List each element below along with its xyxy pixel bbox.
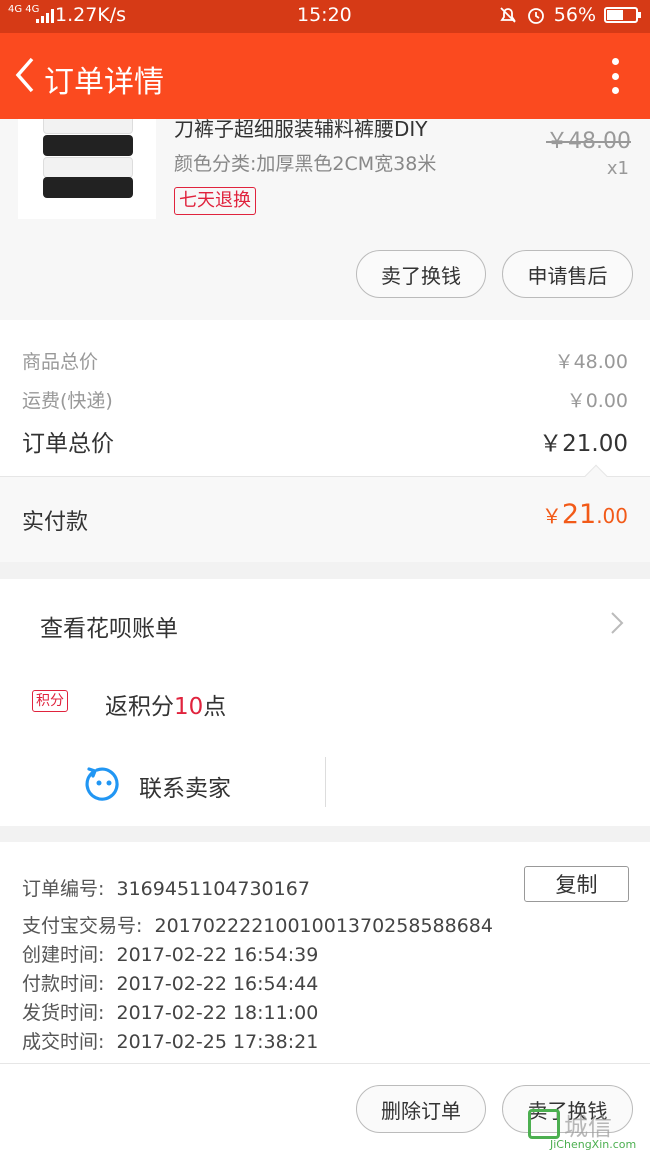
copy-button[interactable]: 复制 (524, 866, 629, 902)
payment-time-value: 2017-02-22 16:54:44 (116, 973, 319, 995)
signal-icon (36, 9, 54, 23)
more-vertical-icon[interactable] (610, 58, 620, 94)
points-prefix: 返积分 (105, 694, 174, 720)
completed-time-label: 成交时间: (22, 1031, 105, 1053)
paid-decimal: .00 (596, 504, 628, 528)
battery-fill (607, 10, 623, 20)
alipay-trade-value: 2017022221001001370258588684 (154, 915, 493, 937)
order-number-value: 3169451104730167 (116, 878, 310, 900)
order-total-row: 订单总价 ￥21.00 (22, 424, 628, 458)
order-number-row: 订单编号: 3169451104730167 (22, 874, 310, 901)
order-total-value: ￥21.00 (539, 431, 628, 457)
completed-time-value: 2017-02-25 17:38:21 (116, 1031, 319, 1053)
subtotal-value: ￥48.00 (554, 351, 628, 373)
shipping-label: 运费(快递) (22, 390, 113, 412)
watermark-logo (528, 1109, 560, 1139)
paid-amount: ￥21.00 (542, 499, 628, 530)
shipping-row: 运费(快递) ￥0.00 (22, 386, 628, 413)
shipped-time-row: 发货时间: 2017-02-22 18:11:00 (22, 998, 318, 1025)
return-policy-badge: 七天退换 (174, 187, 256, 215)
subtotal-label: 商品总价 (22, 351, 99, 373)
delete-order-button[interactable]: 删除订单 (356, 1085, 486, 1133)
payment-time-row: 付款时间: 2017-02-22 16:54:44 (22, 969, 318, 996)
notch-decoration (584, 464, 608, 488)
created-time-label: 创建时间: (22, 944, 105, 966)
status-bar: 4G 4G 1.27K/s 15:20 56% (0, 0, 650, 33)
chat-bot-icon[interactable] (85, 765, 123, 803)
chevron-right-icon[interactable] (610, 611, 624, 635)
paid-currency: ￥ (541, 504, 562, 528)
paid-label: 实付款 (22, 510, 89, 535)
shipping-value: ￥0.00 (566, 390, 628, 412)
divider (325, 757, 326, 807)
contact-seller-button[interactable]: 联系卖家 (139, 769, 231, 803)
alarm-icon (527, 8, 544, 24)
paid-integer: 21 (561, 499, 597, 530)
huabei-bill-link[interactable]: 查看花呗账单 (40, 609, 178, 643)
network-speed: 1.27K/s (55, 4, 127, 26)
divider (0, 1063, 650, 1064)
product-sku: 颜色分类:加厚黑色2CM宽38米 (174, 153, 437, 175)
points-text: 返积分10点 (105, 687, 226, 721)
alipay-trade-label: 支付宝交易号: (22, 915, 143, 937)
points-badge: 积分 (32, 690, 68, 712)
watermark-text: 城信 (564, 1113, 612, 1141)
alipay-trade-row: 支付宝交易号: 2017022221001001370258588684 (22, 911, 493, 938)
points-number: 10 (174, 694, 204, 720)
shipped-time-value: 2017-02-22 18:11:00 (116, 1002, 319, 1024)
mute-bell-icon (500, 7, 516, 23)
subtotal-row: 商品总价 ￥48.00 (22, 347, 628, 374)
completed-time-row: 成交时间: 2017-02-25 17:38:21 (22, 1027, 318, 1054)
clock: 15:20 (297, 4, 352, 26)
battery-percent: 56% (553, 4, 596, 26)
page-title: 订单详情 (44, 65, 164, 100)
price-summary: 商品总价 ￥48.00 运费(快递) ￥0.00 订单总价 ￥21.00 实付款… (0, 320, 650, 562)
order-number-label: 订单编号: (22, 878, 105, 900)
order-total-label: 订单总价 (22, 431, 114, 457)
paid-amount-row: 实付款 ￥21.00 (0, 464, 650, 562)
app-header: 订单详情 (0, 33, 650, 119)
battery-icon (604, 7, 641, 23)
original-price: ￥48.00 (546, 129, 631, 154)
product-title[interactable]: 刀裤子超细服装辅料裤腰DIY (174, 113, 428, 142)
payment-time-label: 付款时间: (22, 973, 105, 995)
product-thumbnail[interactable] (18, 119, 156, 219)
created-time-row: 创建时间: 2017-02-22 16:54:39 (22, 940, 318, 967)
created-time-value: 2017-02-22 16:54:39 (116, 944, 319, 966)
points-suffix: 点 (203, 694, 227, 720)
status-right: 56% (498, 4, 641, 26)
product-card[interactable]: 刀裤子超细服装辅料裤腰DIY 颜色分类:加厚黑色2CM宽38米 七天退换 ￥48… (0, 117, 650, 320)
watermark-url: JiChengXin.com (550, 1138, 637, 1151)
watermark: 城信 JiChengXin.com (528, 1107, 646, 1151)
quantity: x1 (606, 158, 629, 179)
resell-button[interactable]: 卖了换钱 (356, 250, 486, 298)
after-sale-button[interactable]: 申请售后 (502, 250, 633, 298)
network-indicator: 4G 4G (8, 4, 40, 15)
extras-section: 查看花呗账单 积分 返积分10点 联系卖家 (0, 579, 650, 826)
shipped-time-label: 发货时间: (22, 1002, 105, 1024)
chevron-left-icon[interactable] (10, 55, 40, 95)
